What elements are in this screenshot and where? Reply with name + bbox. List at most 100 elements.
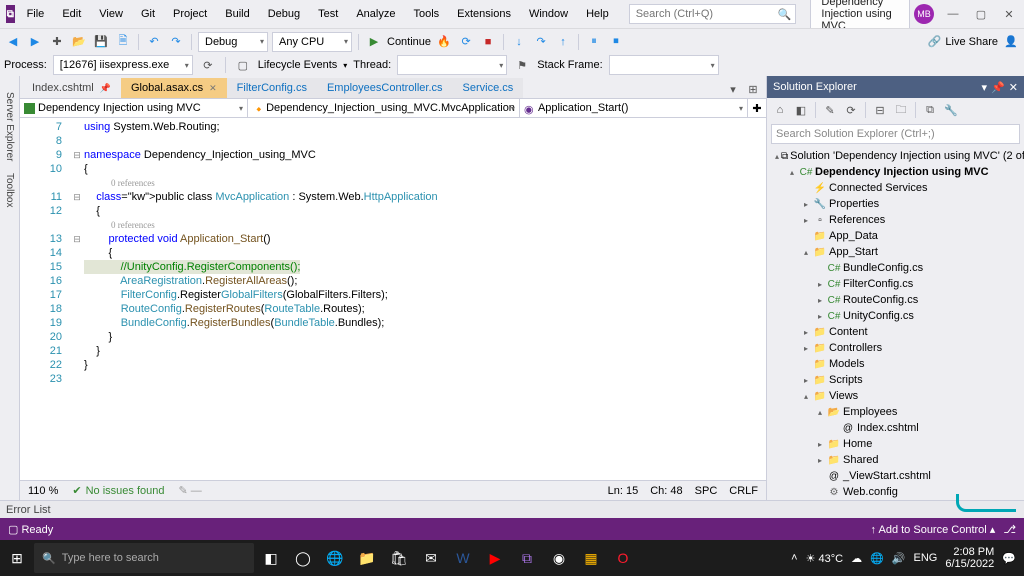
tree-Web-config[interactable]: ⚙Web.config xyxy=(767,484,1024,500)
app-youtube-icon[interactable]: ▶ xyxy=(480,543,510,573)
tree-UnityConfig-cs[interactable]: ▸C#UnityConfig.cs xyxy=(767,308,1024,324)
step-over-icon[interactable]: ↷ xyxy=(532,33,550,51)
app-chrome-icon[interactable]: ◉ xyxy=(544,543,574,573)
continue-button[interactable]: Continue xyxy=(387,36,431,48)
no-issues[interactable]: ✔No issues found xyxy=(72,484,164,497)
app-edge-icon[interactable]: 🌐 xyxy=(320,543,350,573)
pending-icon[interactable]: ✎ xyxy=(821,101,839,119)
app-vs-icon[interactable]: ⧉ xyxy=(512,543,542,573)
restart-icon[interactable]: ⟳ xyxy=(457,33,475,51)
collapse-icon[interactable]: ⊟ xyxy=(871,101,889,119)
clock-time[interactable]: 2:08 PM xyxy=(945,546,994,558)
hot-reload-icon[interactable]: 🔥 xyxy=(435,33,453,51)
properties-icon[interactable]: ⧉ xyxy=(921,101,939,119)
tree-Models[interactable]: 📁Models xyxy=(767,356,1024,372)
tab-expand-icon[interactable]: ⊞ xyxy=(744,80,762,98)
tree-Index-cshtml[interactable]: @Index.cshtml xyxy=(767,420,1024,436)
redo-icon[interactable]: ↷ xyxy=(167,33,185,51)
app-word-icon[interactable]: W xyxy=(448,543,478,573)
lifecycle-icon[interactable]: ▢ xyxy=(234,56,252,74)
back-icon[interactable]: ◀ xyxy=(4,33,22,51)
minimize-button[interactable]: — xyxy=(944,5,962,23)
step-out-icon[interactable]: ↑ xyxy=(554,33,572,51)
tab-FilterConfig-cs[interactable]: FilterConfig.cs xyxy=(227,78,317,98)
tree-References[interactable]: ▸▫References xyxy=(767,212,1024,228)
panel-close-icon[interactable]: ✕ xyxy=(1009,81,1018,94)
network-icon[interactable]: 🌐 xyxy=(870,552,884,565)
app-opera-icon[interactable]: O xyxy=(608,543,638,573)
stop-icon[interactable]: ■ xyxy=(479,33,497,51)
tree-Views[interactable]: ▴📁Views xyxy=(767,388,1024,404)
autohide-icon[interactable]: 📌 xyxy=(991,81,1005,94)
process-combo[interactable]: [12676] iisexpress.exe xyxy=(53,55,193,75)
onedrive-icon[interactable]: ☁ xyxy=(851,552,862,565)
app-ssms-icon[interactable]: ▦ xyxy=(576,543,606,573)
sync-icon[interactable]: ⟳ xyxy=(842,101,860,119)
pin-icon[interactable]: ▾ xyxy=(982,81,988,94)
nav-project[interactable]: Dependency Injection using MVC xyxy=(20,99,248,117)
pin-icon[interactable]: 📌 xyxy=(100,83,111,94)
pause-icon[interactable]: ⏸ xyxy=(585,33,603,51)
tree-Home[interactable]: ▸📁Home xyxy=(767,436,1024,452)
menu-tools[interactable]: Tools xyxy=(405,4,447,24)
step-into-icon[interactable]: ↓ xyxy=(510,33,528,51)
save-all-icon[interactable]: 🗎 xyxy=(114,33,132,51)
error-list-tab[interactable]: Error List xyxy=(0,500,1024,518)
tree-Dependency-Injection-using-MVC[interactable]: ▴C#Dependency Injection using MVC xyxy=(767,164,1024,180)
home-icon[interactable]: ⌂ xyxy=(771,101,789,119)
live-share-button[interactable]: Live Share xyxy=(945,36,998,48)
menu-extensions[interactable]: Extensions xyxy=(449,4,519,24)
menu-analyze[interactable]: Analyze xyxy=(348,4,403,24)
tab-Index-cshtml[interactable]: Index.cshtml📌 xyxy=(22,78,121,98)
weather[interactable]: ☀ 43°C xyxy=(806,552,844,565)
tree-RouteConfig-cs[interactable]: ▸C#RouteConfig.cs xyxy=(767,292,1024,308)
restore-button[interactable]: ▢ xyxy=(972,5,990,23)
menu-edit[interactable]: Edit xyxy=(54,4,89,24)
language-icon[interactable]: ENG xyxy=(914,552,938,564)
menu-build[interactable]: Build xyxy=(217,4,257,24)
zoom-level[interactable]: 110 % xyxy=(28,485,58,497)
tree--ViewStart-cshtml[interactable]: @_ViewStart.cshtml xyxy=(767,468,1024,484)
nav-class[interactable]: 🔸Dependency_Injection_using_MVC.MvcAppli… xyxy=(248,99,520,117)
menu-view[interactable]: View xyxy=(91,4,131,24)
task-view-icon[interactable]: ◧ xyxy=(256,543,286,573)
config-combo[interactable]: Debug xyxy=(198,32,268,52)
user-avatar[interactable]: MB xyxy=(914,4,934,24)
tree-Scripts[interactable]: ▸📁Scripts xyxy=(767,372,1024,388)
tree-Shared[interactable]: ▸📁Shared xyxy=(767,452,1024,468)
add-source-control[interactable]: ↑ Add to Source Control ▴ xyxy=(871,523,996,536)
start-button[interactable]: ⊞ xyxy=(2,543,32,573)
tab-overflow-icon[interactable]: ▾ xyxy=(724,80,742,98)
stack-combo[interactable] xyxy=(609,55,719,75)
tree-Employees[interactable]: ▴📂Employees xyxy=(767,404,1024,420)
continue-icon[interactable]: ▶ xyxy=(365,33,383,51)
line-ending[interactable]: CRLF xyxy=(729,485,758,497)
preview-icon[interactable]: 🔧 xyxy=(942,101,960,119)
save-icon[interactable]: 💾 xyxy=(92,33,110,51)
app-explorer-icon[interactable]: 📁 xyxy=(352,543,382,573)
tab-Global-asax-cs[interactable]: Global.asax.cs ✕ xyxy=(121,78,227,98)
notifications-icon[interactable]: 💬 xyxy=(1002,552,1016,565)
nav-member[interactable]: ◉Application_Start() xyxy=(520,99,748,117)
live-share-icon[interactable]: 🔗 xyxy=(928,35,942,48)
platform-combo[interactable]: Any CPU xyxy=(272,32,352,52)
server-explorer-tab[interactable]: Server Explorer xyxy=(4,86,15,167)
tree-Properties[interactable]: ▸🔧Properties xyxy=(767,196,1024,212)
switch-view-icon[interactable]: ◧ xyxy=(792,101,810,119)
tree-App-Start[interactable]: ▴📁App_Start xyxy=(767,244,1024,260)
tree-Content[interactable]: ▸📁Content xyxy=(767,324,1024,340)
tree-App-Data[interactable]: 📁App_Data xyxy=(767,228,1024,244)
tree-BundleConfig-cs[interactable]: C#BundleConfig.cs xyxy=(767,260,1024,276)
menu-file[interactable]: File xyxy=(19,4,53,24)
close-tab-icon[interactable]: ✕ xyxy=(209,83,217,94)
repo-icon[interactable]: ⎇ xyxy=(1003,523,1016,536)
solution-root[interactable]: ▴⧉Solution 'Dependency Injection using M… xyxy=(767,148,1024,164)
code-editor[interactable]: 7891011121314151617181920212223 ⊟⊟⊟ usin… xyxy=(20,118,766,480)
feedback-icon[interactable]: 👤 xyxy=(1002,33,1020,51)
tree-Connected-Services[interactable]: ⚡Connected Services xyxy=(767,180,1024,196)
menu-project[interactable]: Project xyxy=(165,4,215,24)
tray-expand-icon[interactable]: ˄ xyxy=(791,552,797,564)
close-button[interactable]: ✕ xyxy=(1000,5,1018,23)
search-input[interactable] xyxy=(636,8,778,20)
app-mail-icon[interactable]: ✉ xyxy=(416,543,446,573)
